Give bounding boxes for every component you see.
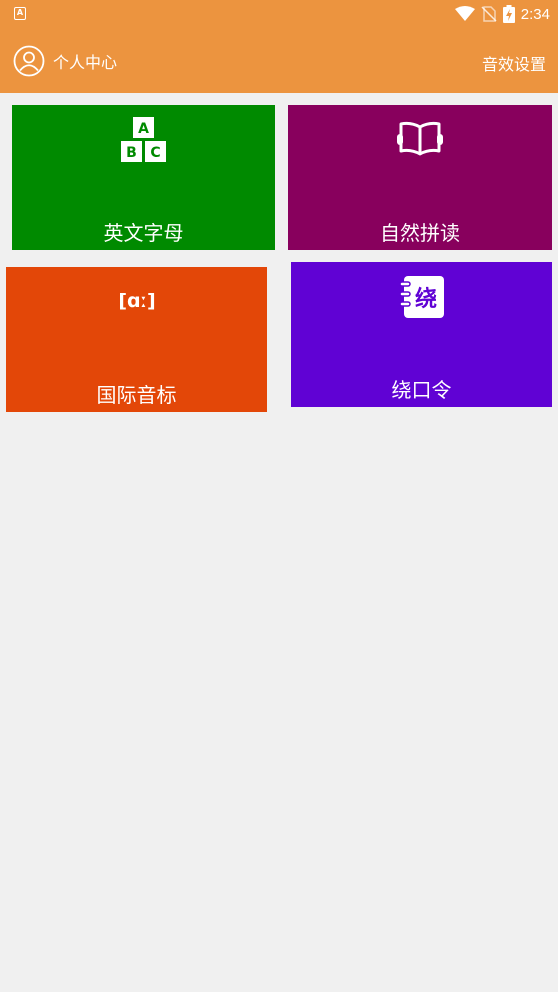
phonetic-icon: [ɑː]	[118, 290, 155, 312]
tile-label: 自然拼读	[380, 221, 460, 245]
svg-text:[ɑː]: [ɑː]	[118, 290, 155, 312]
status-bar: A 2:34	[0, 0, 558, 28]
notification-icon: A	[14, 7, 26, 20]
abc-blocks-icon: A B C	[120, 117, 166, 162]
user-center-label: 个人中心	[53, 53, 118, 72]
tile-label: 绕口令	[391, 378, 452, 402]
header: A 2:34 个人中心 音效设置	[0, 0, 558, 93]
svg-text:C: C	[150, 145, 160, 161]
user-avatar-icon	[13, 45, 45, 77]
notebook-icon: 绕	[398, 276, 444, 318]
tile-ipa[interactable]: [ɑː] 国际音标	[6, 267, 267, 412]
app-bar: 个人中心 音效设置	[0, 40, 558, 82]
svg-text:B: B	[126, 145, 137, 161]
status-icons: 2:34	[454, 4, 550, 24]
svg-text:绕: 绕	[414, 286, 436, 312]
tile-tongue-twister[interactable]: 绕 绕口令	[291, 262, 552, 407]
tile-english-alphabet[interactable]: A B C 英文字母	[12, 105, 275, 250]
open-book-icon	[397, 121, 443, 156]
tile-label: 英文字母	[103, 221, 184, 245]
svg-text:A: A	[138, 121, 149, 137]
no-sim-icon	[481, 6, 497, 22]
wifi-icon	[454, 6, 475, 21]
clock: 2:34	[520, 5, 550, 23]
user-center-button[interactable]: 个人中心	[13, 45, 117, 77]
sound-settings-button[interactable]: 音效设置	[482, 51, 546, 75]
tile-phonics[interactable]: 自然拼读	[288, 105, 552, 250]
tile-label: 国际音标	[96, 383, 177, 407]
battery-charging-icon	[502, 5, 515, 23]
